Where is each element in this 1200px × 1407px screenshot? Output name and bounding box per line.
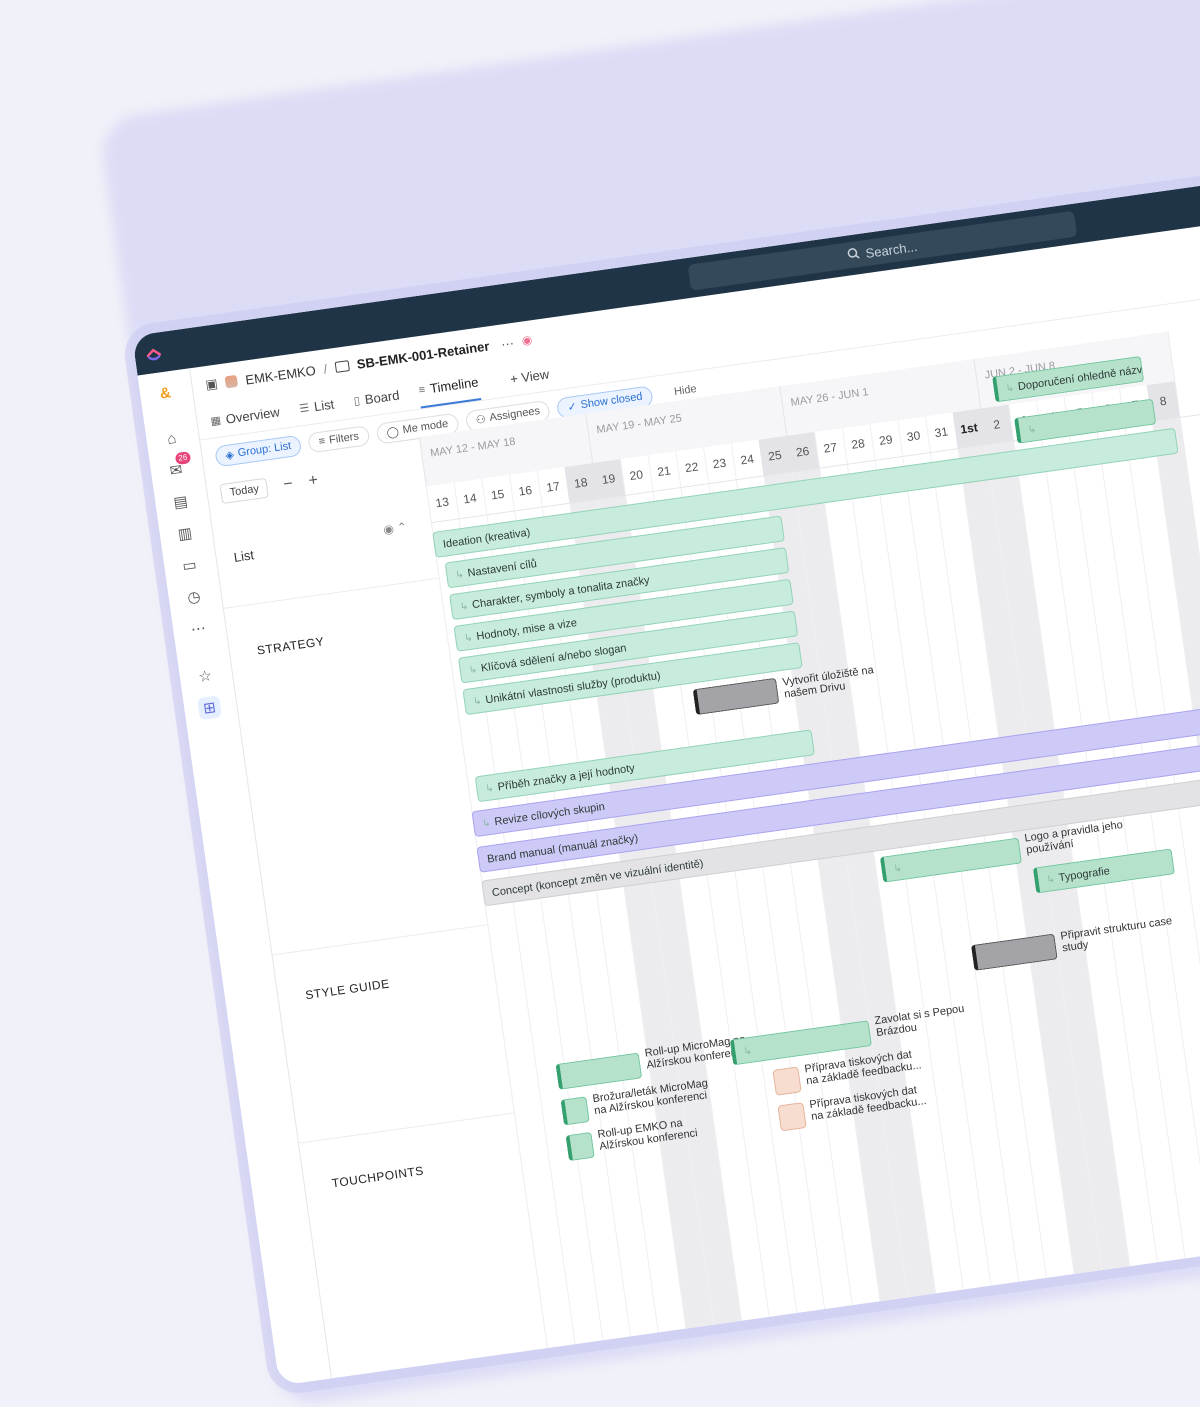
subtask-icon: ↳	[484, 783, 495, 796]
task-bar[interactable]	[560, 1096, 590, 1126]
subtask-icon: ↳	[1005, 382, 1016, 395]
task-bar[interactable]	[772, 1066, 802, 1096]
subtask-icon: ↳	[468, 664, 478, 677]
tab-board[interactable]: ▯ Board	[353, 387, 402, 417]
search-placeholder: Search...	[864, 238, 919, 261]
overview-icon: ▦	[209, 414, 222, 428]
tab-label: List	[313, 396, 336, 415]
subtask-icon: ↳	[454, 569, 465, 582]
docs-icon[interactable]: ▤	[168, 489, 193, 514]
group-by-button[interactable]: ◈ Group: List	[214, 434, 303, 467]
task-bar[interactable]	[777, 1102, 807, 1132]
subtask-icon: ↳	[472, 695, 483, 709]
automation-icon[interactable]: ◉	[521, 332, 533, 347]
user-icon: ◯	[385, 425, 400, 439]
clickup-logo[interactable]	[143, 342, 166, 365]
today-button[interactable]: Today	[219, 477, 270, 505]
star-icon[interactable]: ☆	[193, 664, 218, 689]
tab-label: Timeline	[429, 374, 480, 396]
users-icon: ⚇	[475, 413, 487, 427]
hide-button[interactable]: Hide	[673, 383, 697, 398]
zoom-out-button[interactable]: −	[282, 475, 294, 494]
tab-timeline[interactable]: ≡ Timeline	[417, 374, 481, 409]
layers-icon: ◈	[224, 448, 235, 462]
list-title: List	[232, 547, 255, 565]
breadcrumb-space[interactable]: EMK-EMKO	[244, 362, 316, 387]
home-icon[interactable]: ⌂	[159, 426, 184, 451]
group-divider	[271, 924, 488, 956]
tab-label: Overview	[224, 404, 281, 427]
app-window: Search... & ⌂ ✉ 26 ▤ ▥ ▭ ◷ ⋯ ☆ ⊞ ▣ EMK-EM…	[132, 152, 1200, 1386]
apps-icon[interactable]: ⊞	[197, 695, 222, 721]
breadcrumb-separator: /	[322, 360, 329, 377]
dashboards-icon[interactable]: ▥	[173, 521, 198, 546]
timeline-icon: ≡	[417, 383, 426, 397]
subtask-icon: ↳	[892, 863, 903, 876]
filters-button[interactable]: ≡ Filters	[307, 425, 371, 454]
subtask-icon: ↳	[481, 817, 492, 830]
group-touchpoints[interactable]: TOUCHPOINTS	[331, 1164, 425, 1191]
board-icon: ▯	[353, 394, 361, 408]
main-area: ▣ EMK-EMKO / SB-EMK-001-Retainer ··· ◉ ▦…	[189, 192, 1200, 1386]
folder-icon	[334, 359, 350, 373]
timer-icon[interactable]: ◷	[181, 584, 206, 609]
tab-label: + View	[509, 366, 551, 387]
inbox-icon[interactable]: ✉ 26	[164, 451, 192, 483]
filters-label: Filters	[328, 430, 360, 447]
task-label: Typografie	[1058, 865, 1111, 885]
add-view-button[interactable]: + View	[509, 366, 551, 395]
list-icon: ☰	[298, 402, 311, 416]
subtask-icon: ↳	[459, 600, 470, 613]
filter-icon: ≡	[318, 435, 327, 448]
more-icon[interactable]: ⋯	[186, 616, 211, 641]
tab-label: Board	[363, 387, 401, 408]
subtask-icon: ↳	[1045, 873, 1056, 886]
zoom-in-button[interactable]: +	[307, 472, 319, 491]
group-strategy[interactable]: STRATEGY	[256, 634, 325, 657]
group-by-label: Group: List	[237, 439, 292, 460]
tab-list[interactable]: ☰ List	[298, 397, 336, 426]
timeline-grid: MAY 12 - MAY 18 MAY 19 - MAY 25 MAY 26 -…	[418, 284, 1200, 1386]
task-bar[interactable]	[565, 1131, 595, 1162]
breadcrumb-more-button[interactable]: ···	[500, 334, 515, 351]
subtask-icon: ↳	[1027, 424, 1037, 437]
subtask-icon: ↳	[463, 632, 474, 645]
group-style-guide[interactable]: STYLE GUIDE	[304, 977, 390, 1003]
video-icon[interactable]: ▭	[177, 553, 202, 578]
inbox-badge: 26	[174, 451, 192, 466]
workspace-avatar[interactable]: &	[153, 381, 178, 406]
space-icon	[224, 374, 239, 389]
subtask-icon: ↳	[742, 1045, 753, 1058]
group-divider	[297, 1112, 514, 1144]
check-circle-icon: ✓	[566, 400, 578, 414]
task-label: Nastavení cílů	[466, 557, 538, 580]
eye-icon[interactable]: ◉ ⌃	[382, 520, 408, 537]
search-icon	[847, 247, 861, 264]
sidebar-toggle-icon[interactable]: ▣	[204, 376, 218, 394]
